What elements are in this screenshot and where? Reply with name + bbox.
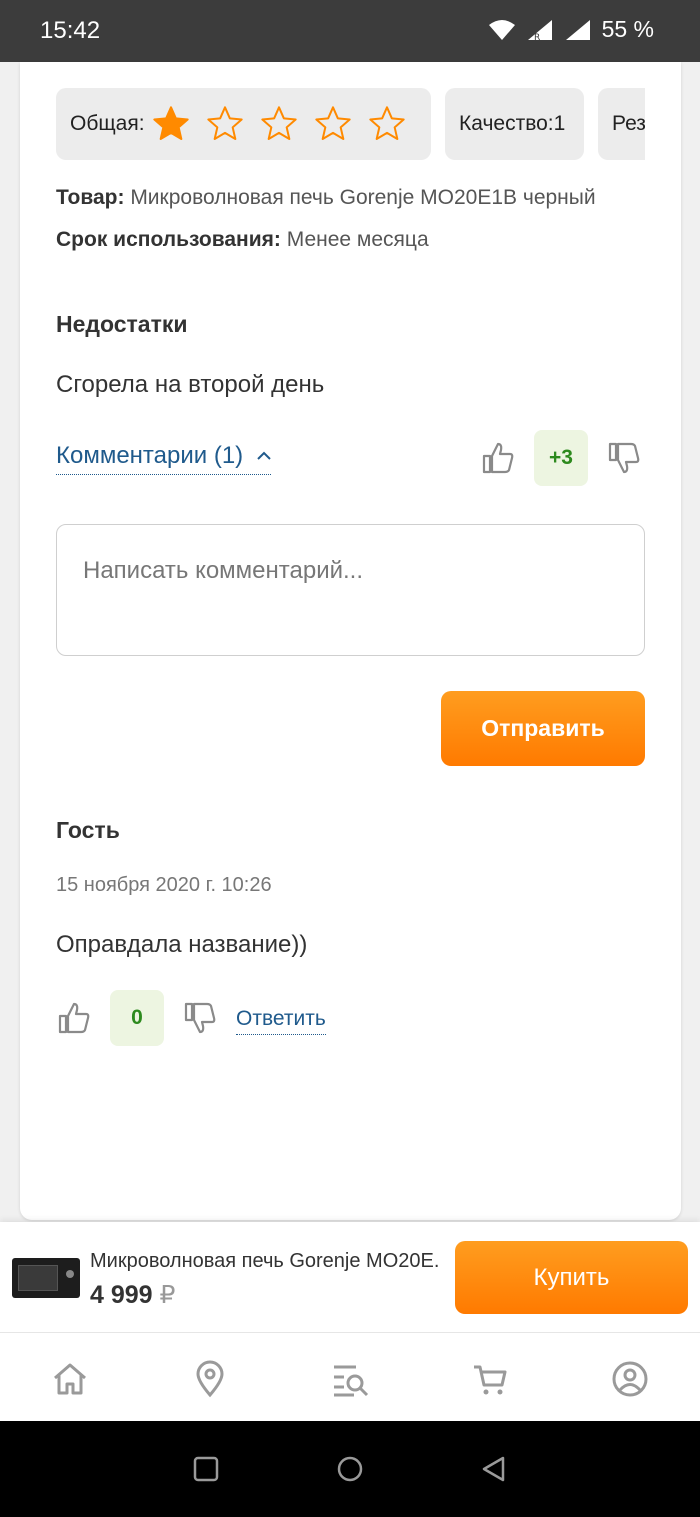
thumbs-up-icon[interactable] [56, 1000, 92, 1036]
home-icon[interactable] [50, 1359, 90, 1399]
send-comment-button[interactable]: Отправить [441, 691, 645, 766]
back-icon[interactable] [480, 1455, 508, 1483]
review-vote-control: +3 [480, 430, 642, 486]
thumbs-down-icon[interactable] [606, 440, 642, 476]
recents-icon[interactable] [192, 1455, 220, 1483]
cell-signal-icon: R [527, 19, 552, 42]
thumbs-up-icon[interactable] [480, 440, 516, 476]
overall-rating-chip: Общая: [56, 88, 431, 160]
bottom-nav [0, 1332, 700, 1421]
usage-info-line: Срок использования: Менее месяца [56, 228, 429, 252]
product-info-line: Товар: Микроволновая печь Gorenje MO20E1… [56, 186, 596, 210]
star-empty-icon [260, 106, 297, 140]
rating-stars [151, 104, 421, 144]
result-rating-label: Рез [612, 112, 645, 135]
buy-bar-price: 4 999 ₽ [90, 1280, 175, 1310]
usage-label: Срок использования: [56, 228, 281, 251]
price-value: 4 999 [90, 1281, 153, 1309]
thumbs-down-icon[interactable] [182, 1000, 218, 1036]
product-value: Микроволновая печь Gorenje MO20E1B черны… [130, 186, 596, 209]
comment-input[interactable]: Написать комментарий... [56, 524, 645, 656]
star-empty-icon [314, 106, 351, 140]
comment-text: Оправдала название)) [56, 931, 308, 958]
comment-date: 15 ноября 2020 г. 10:26 [56, 874, 272, 896]
cart-icon[interactable] [470, 1359, 510, 1399]
cons-title: Недостатки [56, 311, 188, 337]
status-time: 15:42 [40, 17, 101, 44]
usage-value: Менее месяца [286, 228, 429, 251]
buy-bar-product-name[interactable]: Микроволновая печь Gorenje MO20E... [90, 1250, 440, 1273]
comment-vote-control: 0 [56, 990, 218, 1046]
cell-signal-2-icon [565, 19, 590, 40]
svg-text:R: R [534, 33, 540, 42]
review-score-badge: +3 [534, 430, 588, 486]
currency-symbol: ₽ [159, 1281, 176, 1309]
profile-icon[interactable] [610, 1359, 650, 1399]
catalog-search-icon[interactable] [330, 1359, 370, 1399]
star-filled-icon [152, 106, 189, 140]
battery-level: 55 % [601, 16, 654, 42]
chevron-up-icon [257, 451, 271, 460]
product-thumbnail[interactable] [12, 1258, 80, 1298]
location-icon[interactable] [190, 1359, 230, 1399]
comment-score-badge: 0 [110, 990, 164, 1046]
buy-bar: Микроволновая печь Gorenje MO20E... 4 99… [0, 1222, 700, 1332]
star-empty-icon [206, 106, 243, 140]
status-bar: 15:42 R 55 % [0, 0, 700, 62]
comments-link-label: Комментарии (1) [56, 442, 244, 469]
comment-author: Гость [56, 817, 120, 843]
result-rating-chip: Рез [598, 88, 645, 160]
ratings-row[interactable]: Общая: Качество:1 Рез [56, 88, 645, 160]
quality-rating-chip: Качество:1 [445, 88, 584, 160]
wifi-icon [488, 19, 515, 40]
comments-toggle-link[interactable]: Комментарии (1) [56, 442, 272, 475]
star-empty-icon [368, 106, 405, 140]
reply-link[interactable]: Ответить [236, 1007, 326, 1035]
quality-rating-label: Качество:1 [459, 112, 566, 135]
status-icons: R 55 % [488, 16, 654, 43]
home-button-icon[interactable] [336, 1455, 364, 1483]
review-card: Общая: Качество:1 Рез Товар: Микроволнов… [20, 62, 681, 1220]
system-nav-bar [0, 1421, 700, 1517]
cons-text: Сгорела на второй день [56, 371, 325, 398]
overall-rating-label: Общая: [70, 112, 145, 135]
product-label: Товар: [56, 186, 125, 209]
buy-button[interactable]: Купить [455, 1241, 688, 1314]
